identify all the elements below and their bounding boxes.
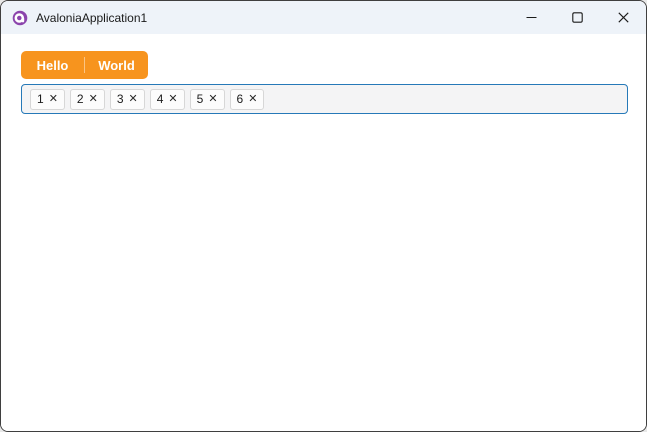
avalonia-logo-icon — [12, 10, 28, 26]
chip-3[interactable]: 3 ✕ — [109, 88, 145, 110]
window-content: Hello World 1 ✕ 2 ✕ 3 ✕ 4 ✕ 5 ✕ 6 ✕ — [1, 34, 646, 431]
chip-label: 1 — [37, 92, 44, 106]
titlebar-left: AvaloniaApplication1 — [1, 10, 508, 26]
chip-label: 4 — [156, 92, 164, 106]
chip-close-icon[interactable]: ✕ — [248, 93, 257, 105]
maximize-icon — [571, 12, 583, 23]
window-title: AvaloniaApplication1 — [36, 10, 148, 25]
chip-2[interactable]: 2 ✕ — [69, 88, 105, 110]
tab-hello-label: Hello — [36, 57, 69, 73]
tab-world[interactable]: World — [85, 51, 148, 79]
chip-1[interactable]: 1 ✕ — [30, 88, 65, 110]
tab-hello[interactable]: Hello — [21, 51, 84, 79]
chip-label: 6 — [236, 92, 244, 106]
chip-label: 3 — [116, 92, 124, 106]
titlebar[interactable]: AvaloniaApplication1 — [1, 1, 646, 34]
maximize-button[interactable] — [554, 1, 600, 34]
app-window: AvaloniaApplication1 Hello World 1 ✕ 2 ✕… — [0, 0, 647, 432]
close-icon — [617, 12, 629, 23]
chip-close-icon[interactable]: ✕ — [49, 93, 58, 105]
minimize-icon — [526, 12, 537, 23]
chip-4[interactable]: 4 ✕ — [149, 88, 185, 110]
tab-world-label: World — [98, 57, 135, 73]
chip-close-icon[interactable]: ✕ — [129, 93, 138, 105]
tabstrip: Hello World — [21, 51, 148, 79]
chip-label: 2 — [76, 92, 84, 106]
minimize-button[interactable] — [508, 1, 554, 34]
chip-close-icon[interactable]: ✕ — [208, 93, 217, 105]
caption-buttons — [508, 1, 646, 34]
chip-close-icon[interactable]: ✕ — [89, 93, 98, 105]
chip-input-box[interactable]: 1 ✕ 2 ✕ 3 ✕ 4 ✕ 5 ✕ 6 ✕ — [21, 84, 628, 114]
close-button[interactable] — [600, 1, 646, 34]
chip-5[interactable]: 5 ✕ — [189, 88, 225, 110]
chip-label: 5 — [196, 92, 204, 106]
chip-6[interactable]: 6 ✕ — [229, 88, 265, 110]
chip-close-icon[interactable]: ✕ — [168, 93, 177, 105]
